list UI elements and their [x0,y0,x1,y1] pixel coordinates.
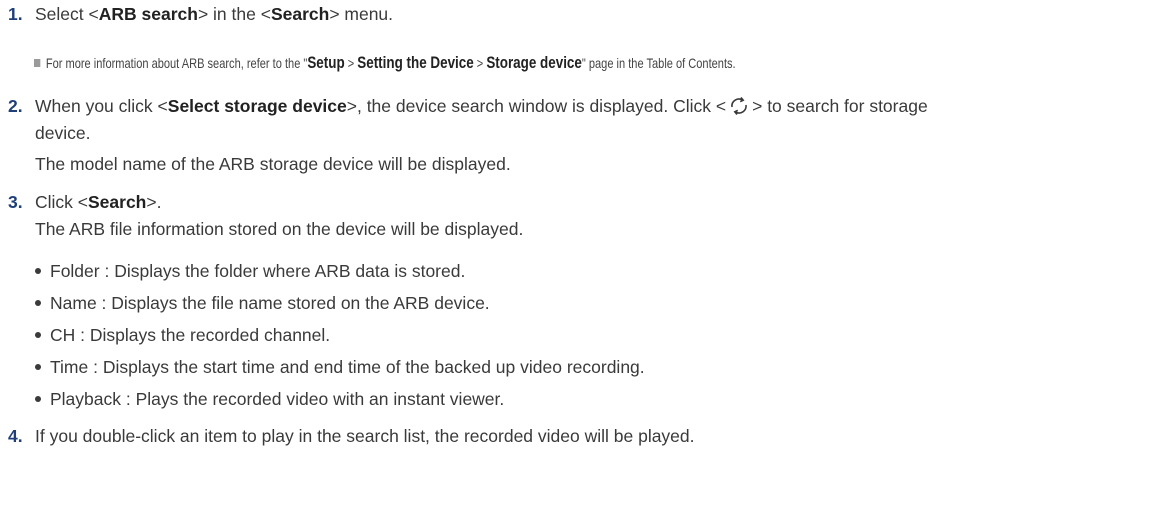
note-square-icon [34,59,41,67]
list-item-text: Playback : Plays the recorded video with… [50,389,505,409]
text: Click < [35,192,88,212]
select-storage-device-label: Select storage device [167,96,347,116]
text: >, the device search window is displayed… [346,96,727,116]
text: When you click < [35,96,168,116]
list-item: Folder : Displays the folder where ARB d… [35,259,465,284]
step-2-line-1: When you click <Select storage device>, … [35,94,1159,119]
step-number: 4. [8,426,23,446]
bullet-icon [35,396,41,402]
text: > in the < [197,4,271,24]
note-text: For more information about ARB search, r… [45,55,308,71]
manual-page: 1. Select <ARB search> in the <Search> m… [0,0,1169,508]
list-item-text: CH : Displays the recorded channel. [50,325,331,345]
text: > to search for storage [752,96,928,116]
step-2: 2. When you click <Select storage device… [8,94,1159,177]
list-item: Name : Displays the file name stored on … [35,291,490,316]
bullet-icon [35,332,41,338]
list-item: CH : Displays the recorded channel. [35,323,330,348]
step-3: 3. Click <Search>. The ARB file informat… [8,190,1159,242]
bullet-icon [35,364,41,370]
note-separator: > [473,55,487,71]
text: >. [146,192,162,212]
step-number: 3. [8,192,23,212]
step-3-line-2: The ARB file information stored on the d… [35,219,524,239]
step-1-text: Select <ARB search> in the <Search> menu… [35,2,1159,27]
search-button-label: Search [88,192,147,212]
note-separator: > [344,55,358,71]
step-2-line-2: device. [35,123,91,143]
step-4: 4. If you double-click an item to play i… [8,424,1159,449]
list-item: Playback : Plays the recorded video with… [35,387,504,412]
menu-search: Search [270,4,330,24]
list-item-text: Name : Displays the file name stored on … [50,293,490,313]
menu-item-arb-search: ARB search [98,4,198,24]
step-1: 1. Select <ARB search> in the <Search> m… [8,2,1159,27]
text: > menu. [329,4,394,24]
bullet-icon [35,300,41,306]
step-number: 1. [8,4,23,24]
bullet-icon [35,268,41,274]
step-number: 2. [8,96,23,116]
refresh-icon [731,96,747,116]
note-setup: Setup [307,53,345,72]
list-item-text: Time : Displays the start time and end t… [50,357,645,377]
list-item-text: Folder : Displays the folder where ARB d… [50,261,466,281]
step-4-text: If you double-click an item to play in t… [35,426,695,446]
text: Select < [35,4,99,24]
list-item: Time : Displays the start time and end t… [35,355,645,380]
note-storage-device: Storage device [486,53,582,72]
step-3-line-1: Click <Search>. [35,190,1159,215]
step-2-line-3: The model name of the ARB storage device… [35,154,511,174]
note-text: " page in the Table of Contents. [581,55,736,71]
info-note: For more information about ARB search, r… [34,50,736,76]
note-setting-device: Setting the Device [357,53,474,72]
